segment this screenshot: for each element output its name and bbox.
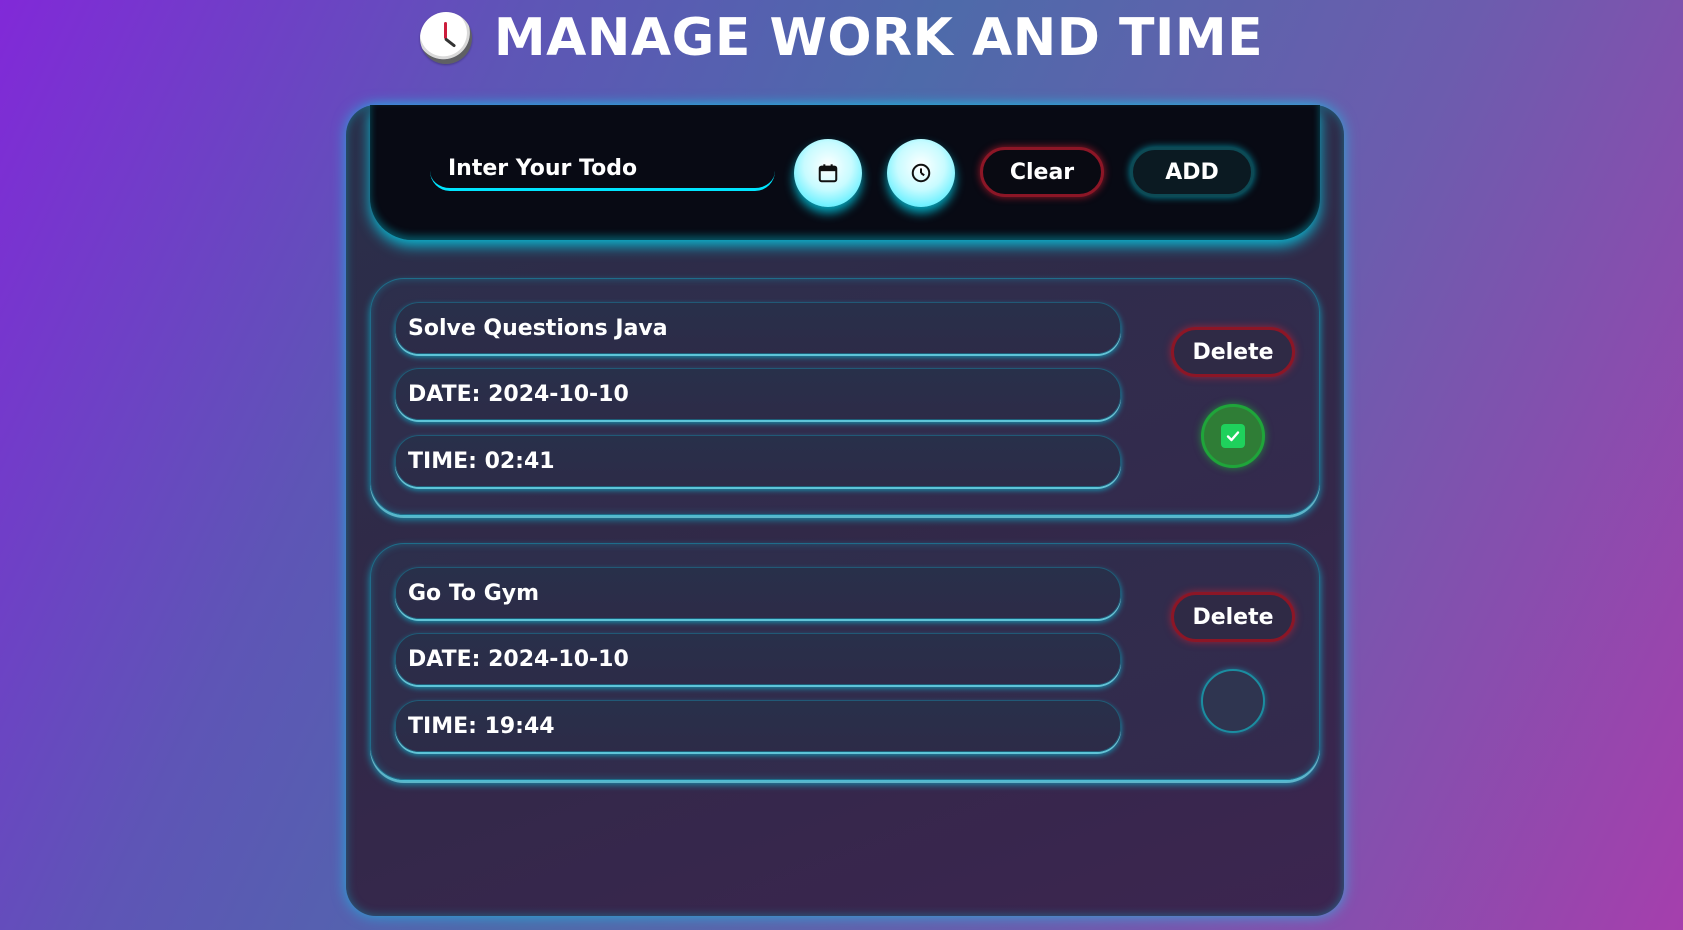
checkmark-icon <box>1221 424 1245 448</box>
page-title: MANAGE WORK AND TIME <box>493 8 1264 68</box>
todo-app-panel: Clear ADD Solve Questions Java DATE: 202… <box>346 105 1344 916</box>
todo-card: Solve Questions Java DATE: 2024-10-10 TI… <box>370 278 1320 515</box>
time-picker-button[interactable] <box>887 139 955 207</box>
todo-time: TIME: 19:44 <box>395 700 1121 752</box>
todo-input[interactable] <box>430 149 775 191</box>
todo-title: Go To Gym <box>395 567 1121 619</box>
calendar-icon <box>818 164 838 183</box>
delete-button[interactable]: Delete <box>1171 327 1295 377</box>
todo-card: Go To Gym DATE: 2024-10-10 TIME: 19:44 D… <box>370 543 1320 780</box>
clear-button[interactable]: Clear <box>980 147 1104 197</box>
delete-button[interactable]: Delete <box>1171 592 1295 642</box>
todo-time: TIME: 02:41 <box>395 435 1121 487</box>
complete-toggle[interactable] <box>1201 404 1265 468</box>
add-button[interactable]: ADD <box>1130 147 1254 197</box>
todo-date: DATE: 2024-10-10 <box>395 368 1121 420</box>
clock-icon <box>419 12 472 64</box>
clock-icon <box>911 163 931 183</box>
page-header: MANAGE WORK AND TIME <box>0 6 1683 70</box>
date-picker-button[interactable] <box>794 139 862 207</box>
todo-title: Solve Questions Java <box>395 302 1121 354</box>
todo-date: DATE: 2024-10-10 <box>395 633 1121 685</box>
complete-toggle[interactable] <box>1201 669 1265 733</box>
todo-toolbar: Clear ADD <box>370 105 1320 240</box>
